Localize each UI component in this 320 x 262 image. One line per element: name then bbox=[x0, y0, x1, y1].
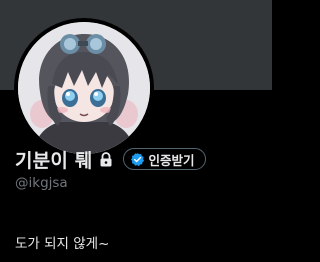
profile-bio: 도가 되지 않게~ bbox=[15, 236, 110, 252]
lock-icon bbox=[99, 151, 113, 167]
avatar-illustration bbox=[18, 22, 150, 154]
avatar-frame bbox=[14, 18, 154, 158]
get-verified-label: 인증받기 bbox=[148, 152, 195, 168]
display-name: 기분이 퉤 bbox=[15, 149, 93, 172]
name-row: 기분이 퉤 인증받기 bbox=[15, 146, 206, 172]
get-verified-button[interactable]: 인증받기 bbox=[122, 148, 206, 170]
avatar[interactable] bbox=[18, 22, 150, 154]
profile-handle: @ikgjsa bbox=[15, 175, 68, 191]
verified-badge-icon bbox=[130, 152, 145, 167]
